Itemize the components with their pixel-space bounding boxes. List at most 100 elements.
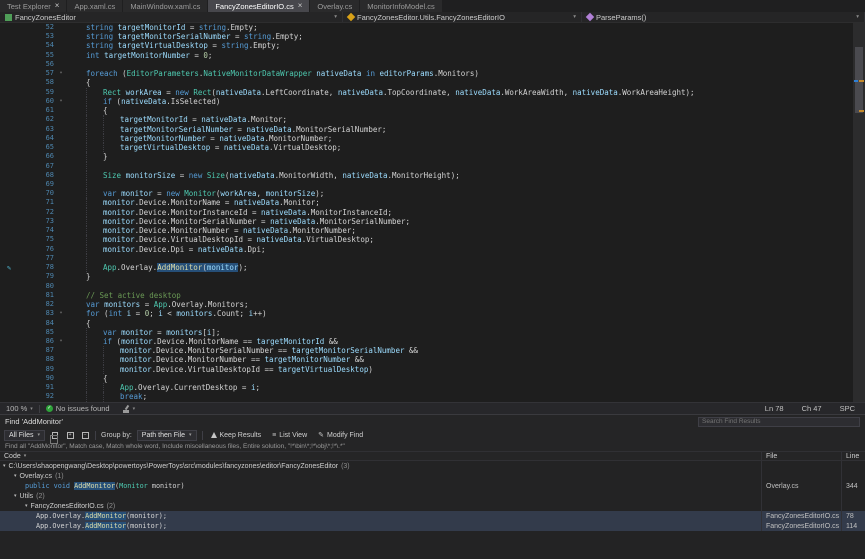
copy-results-button[interactable] — [50, 430, 60, 440]
fold-margin[interactable] — [54, 374, 68, 383]
code-line[interactable]: 69 — [0, 180, 853, 189]
fold-collapse-icon[interactable]: ▾ — [59, 338, 62, 344]
fold-margin[interactable] — [54, 235, 68, 244]
fold-margin[interactable] — [54, 189, 68, 198]
tab-app-xaml-cs[interactable]: App.xaml.cs — [67, 0, 122, 12]
breakpoint-margin[interactable] — [0, 392, 18, 401]
expand-all-button[interactable]: + — [65, 430, 75, 440]
code-line[interactable]: 71monitor.Device.MonitorName = nativeDat… — [0, 198, 853, 207]
breakpoint-margin[interactable] — [0, 171, 18, 180]
fold-margin[interactable] — [54, 319, 68, 328]
code-line[interactable]: 68Size monitorSize = new Size(nativeData… — [0, 171, 853, 180]
code-line[interactable]: 74monitor.Device.MonitorNumber = nativeD… — [0, 226, 853, 235]
breakpoint-margin[interactable] — [0, 346, 18, 355]
code-line[interactable]: 80 — [0, 282, 853, 291]
breakpoint-margin[interactable] — [0, 198, 18, 207]
find-group-row[interactable]: ▾Overlay.cs(1) — [0, 471, 865, 481]
breakpoint-margin[interactable] — [0, 32, 18, 41]
fold-margin[interactable] — [54, 41, 68, 50]
find-group-row[interactable]: ▾Utils(2) — [0, 491, 865, 501]
fold-margin[interactable] — [54, 254, 68, 263]
breakpoint-margin[interactable] — [0, 217, 18, 226]
fold-margin[interactable] — [54, 23, 68, 32]
breakpoint-margin[interactable] — [0, 309, 18, 318]
breakpoint-margin[interactable] — [0, 106, 18, 115]
list-view-toggle[interactable]: ≡ List View — [269, 430, 310, 441]
fold-collapse-icon[interactable]: ▾ — [59, 98, 62, 104]
fold-margin[interactable] — [54, 272, 68, 281]
breakpoint-margin[interactable] — [0, 383, 18, 392]
fold-margin[interactable] — [54, 208, 68, 217]
code-line[interactable]: 52string targetMonitorId = string.Empty; — [0, 23, 853, 32]
fold-margin[interactable] — [54, 291, 68, 300]
fold-margin[interactable] — [54, 143, 68, 152]
type-dropdown[interactable]: FancyZonesEditor.Utils.FancyZonesEditorI… — [343, 12, 582, 22]
code-line[interactable]: 61{ — [0, 106, 853, 115]
code-line[interactable]: 82var monitors = App.Overlay.Monitors; — [0, 300, 853, 309]
fold-margin[interactable] — [54, 392, 68, 401]
find-result-row[interactable]: App.Overlay.AddMonitor(monitor);FancyZon… — [0, 511, 865, 521]
fold-margin[interactable]: ▾ — [54, 69, 68, 78]
code-line[interactable]: 66} — [0, 152, 853, 161]
fold-margin[interactable] — [54, 346, 68, 355]
fold-margin[interactable] — [54, 282, 68, 291]
code-line[interactable]: 72monitor.Device.MonitorInstanceId = nat… — [0, 208, 853, 217]
scope-dropdown[interactable]: All Files ▾ — [4, 430, 45, 441]
fold-margin[interactable] — [54, 88, 68, 97]
breakpoint-margin[interactable] — [0, 226, 18, 235]
fold-margin[interactable] — [54, 180, 68, 189]
fold-margin[interactable]: ▾ — [54, 97, 68, 106]
fold-margin[interactable] — [54, 383, 68, 392]
fold-margin[interactable] — [54, 365, 68, 374]
code-line[interactable]: 85var monitor = monitors[i]; — [0, 328, 853, 337]
fold-margin[interactable] — [54, 355, 68, 364]
breakpoint-margin[interactable] — [0, 41, 18, 50]
group-by-dropdown[interactable]: Path then File ▾ — [137, 430, 197, 441]
fold-margin[interactable] — [54, 134, 68, 143]
fold-margin[interactable]: ▾ — [54, 337, 68, 346]
expander-icon[interactable]: ▾ — [14, 493, 17, 499]
breakpoint-margin[interactable] — [0, 337, 18, 346]
tab-mainwindow-xaml-cs[interactable]: MainWindow.xaml.cs — [123, 0, 207, 12]
document-health-indicator[interactable]: ✓ No issues found — [40, 403, 116, 414]
find-result-row[interactable]: public void AddMonitor(Monitor monitor)O… — [0, 481, 865, 491]
code-line[interactable]: 64targetMonitorNumber = nativeData.Monit… — [0, 134, 853, 143]
fold-margin[interactable] — [54, 263, 68, 272]
fold-margin[interactable] — [54, 125, 68, 134]
code-line[interactable]: ✎78App.Overlay.AddMonitor(monitor); — [0, 263, 853, 272]
code-line[interactable]: 65targetVirtualDesktop = nativeData.Virt… — [0, 143, 853, 152]
breakpoint-margin[interactable] — [0, 374, 18, 383]
code-line[interactable]: 89monitor.Device.VirtualDesktopId == tar… — [0, 365, 853, 374]
find-result-row[interactable]: App.Overlay.AddMonitor(monitor);FancyZon… — [0, 521, 865, 531]
fold-margin[interactable]: ▾ — [54, 309, 68, 318]
breakpoint-margin[interactable] — [0, 162, 18, 171]
fold-margin[interactable] — [54, 245, 68, 254]
find-group-row[interactable]: ▾FancyZonesEditorIO.cs(2) — [0, 501, 865, 511]
breakpoint-margin[interactable] — [0, 189, 18, 198]
code-line[interactable]: 59Rect workArea = new Rect(nativeData.Le… — [0, 88, 853, 97]
breakpoint-margin[interactable] — [0, 254, 18, 263]
code-line[interactable]: 76monitor.Device.Dpi = nativeData.Dpi; — [0, 245, 853, 254]
fold-margin[interactable] — [54, 115, 68, 124]
code-line[interactable]: 86▾if (monitor.Device.MonitorName == tar… — [0, 337, 853, 346]
code-line[interactable]: 91App.Overlay.CurrentDesktop = i; — [0, 383, 853, 392]
breakpoint-margin[interactable] — [0, 152, 18, 161]
column-header-file[interactable]: File — [761, 452, 841, 460]
code-line[interactable]: 87monitor.Device.MonitorSerialNumber == … — [0, 346, 853, 355]
fold-margin[interactable] — [54, 32, 68, 41]
code-line[interactable]: 77 — [0, 254, 853, 263]
code-line[interactable]: 83▾for (int i = 0; i < monitors.Count; i… — [0, 309, 853, 318]
code-line[interactable]: 92break; — [0, 392, 853, 401]
breakpoint-margin[interactable] — [0, 291, 18, 300]
breakpoint-margin[interactable] — [0, 300, 18, 309]
code-line[interactable]: 63targetMonitorSerialNumber = nativeData… — [0, 125, 853, 134]
breakpoint-margin[interactable] — [0, 115, 18, 124]
breakpoint-margin[interactable] — [0, 97, 18, 106]
code-line[interactable]: 70var monitor = new Monitor(workArea, mo… — [0, 189, 853, 198]
fold-collapse-icon[interactable]: ▾ — [59, 310, 62, 316]
expander-icon[interactable]: ▾ — [25, 503, 28, 509]
tab-fancyzoneseditorio-cs[interactable]: FancyZonesEditorIO.cs× — [208, 0, 309, 12]
code-line[interactable]: 55int targetMonitorNumber = 0; — [0, 51, 853, 60]
breakpoint-margin[interactable] — [0, 23, 18, 32]
fold-margin[interactable] — [54, 78, 68, 87]
